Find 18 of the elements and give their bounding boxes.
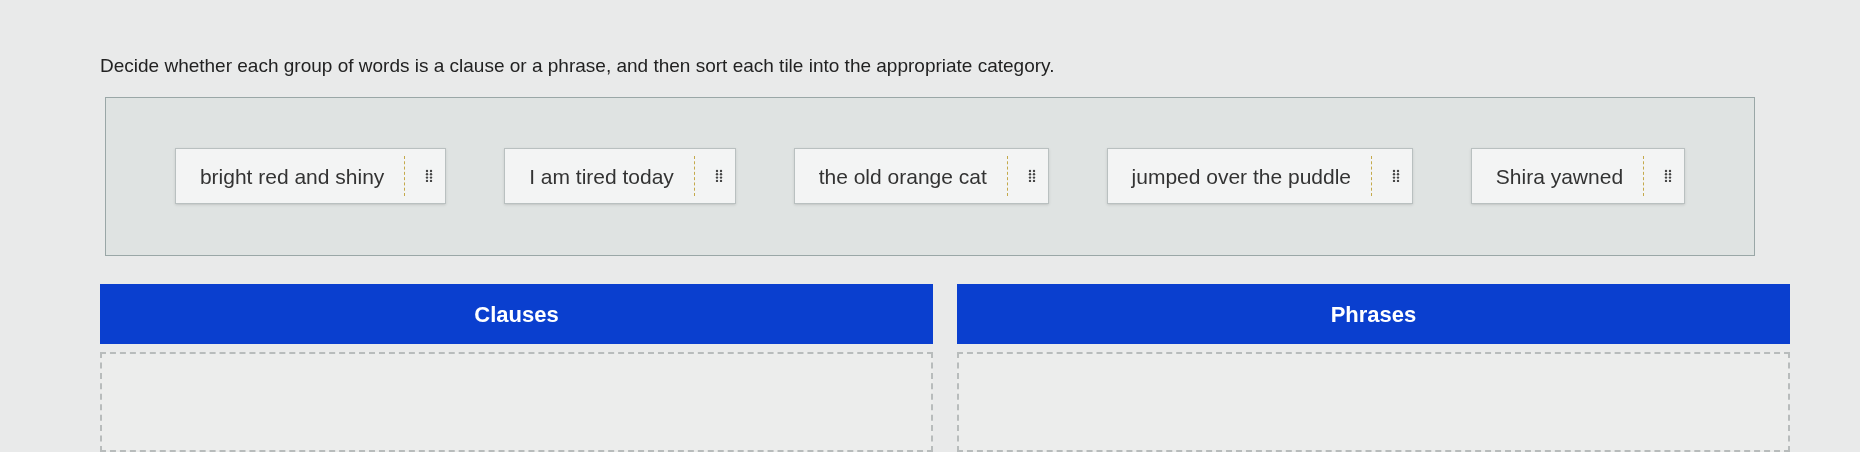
tile-label: I am tired today: [529, 163, 674, 190]
word-tile[interactable]: Shira yawned: [1470, 148, 1686, 205]
word-tile[interactable]: bright red and shiny: [174, 148, 447, 205]
category-header: Phrases: [957, 284, 1790, 344]
word-tile[interactable]: I am tired today: [504, 148, 736, 205]
word-tile[interactable]: the old orange cat: [793, 148, 1049, 205]
category-header: Clauses: [100, 284, 933, 344]
drag-handle-icon[interactable]: [425, 169, 434, 184]
instructions: Decide whether each group of words is a clause or a phrase, and then sort each tile into the appropriate category.: [100, 54, 1056, 78]
tile-label: jumped over the puddle: [1131, 163, 1352, 190]
tile-label: the old orange cat: [818, 163, 987, 190]
drag-handle-icon[interactable]: [1392, 169, 1401, 184]
drag-handle-icon[interactable]: [1664, 169, 1673, 184]
tile-label: bright red and shiny: [199, 163, 385, 190]
drag-handle-icon[interactable]: [714, 169, 723, 184]
word-tile[interactable]: jumped over the puddle: [1106, 148, 1414, 205]
drag-handle-icon[interactable]: [1027, 169, 1036, 184]
tile-label: Shira yawned: [1495, 163, 1624, 190]
